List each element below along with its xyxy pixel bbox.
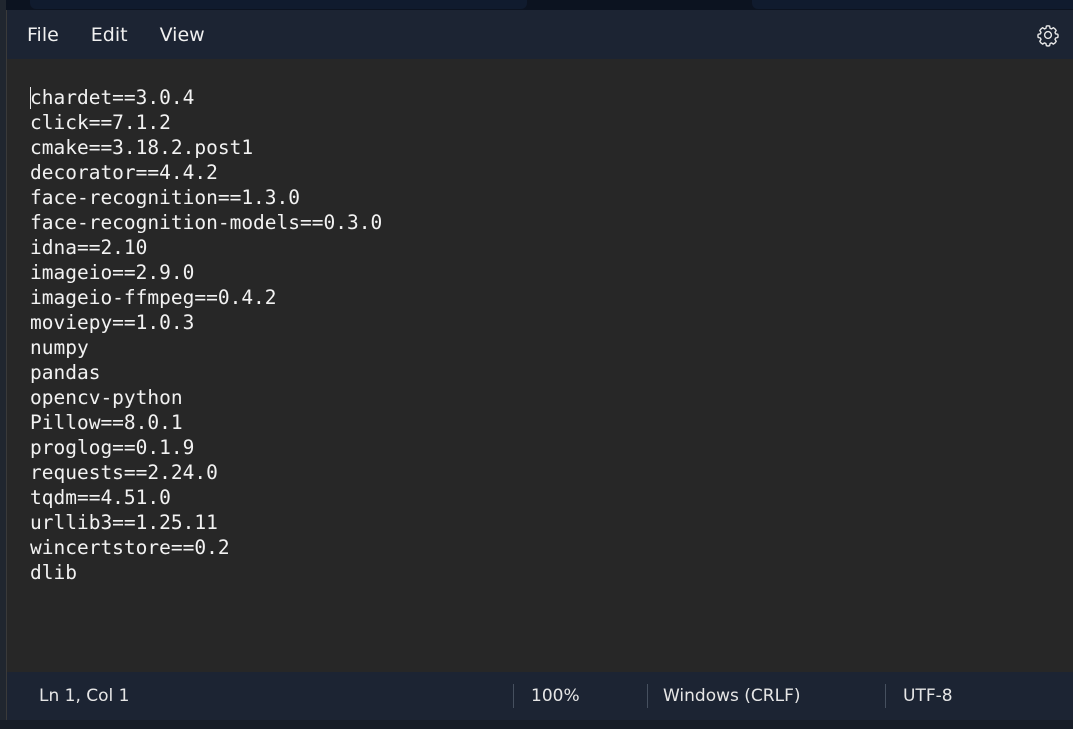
editor-line[interactable]: opencv-python — [30, 385, 382, 410]
status-bar: Ln 1, Col 1 100% Windows (CRLF) UTF-8 — [7, 672, 1073, 720]
status-divider — [885, 684, 886, 708]
background-tab — [30, 0, 527, 9]
editor-line[interactable]: wincertstore==0.2 — [30, 535, 382, 560]
settings-button[interactable] — [1035, 22, 1061, 48]
background-window-strip — [0, 0, 1073, 10]
editor-line[interactable]: cmake==3.18.2.post1 — [30, 135, 382, 160]
menu-edit[interactable]: Edit — [81, 18, 138, 52]
cursor-position: Ln 1, Col 1 — [39, 686, 130, 706]
editor-line[interactable]: idna==2.10 — [30, 235, 382, 260]
editor-content[interactable]: chardet==3.0.4 click==7.1.2 cmake==3.18.2.… — [30, 85, 382, 585]
taskbar-edge — [0, 720, 1073, 729]
status-divider — [647, 684, 648, 708]
editor-line[interactable]: face-recognition==1.3.0 — [30, 185, 382, 210]
zoom-level[interactable]: 100% — [531, 672, 580, 720]
editor-line[interactable]: requests==2.24.0 — [30, 460, 382, 485]
editor-line[interactable]: urllib3==1.25.11 — [30, 510, 382, 535]
menu-bar: File Edit View — [7, 10, 1073, 59]
text-editor[interactable]: chardet==3.0.4 click==7.1.2 cmake==3.18.2.… — [7, 59, 1073, 672]
menu-view[interactable]: View — [150, 18, 215, 52]
status-divider — [513, 684, 514, 708]
editor-line[interactable]: click==7.1.2 — [30, 110, 382, 135]
editor-line[interactable]: decorator==4.4.2 — [30, 160, 382, 185]
editor-line[interactable]: pandas — [30, 360, 382, 385]
menu-file[interactable]: File — [17, 18, 69, 52]
editor-line[interactable]: proglog==0.1.9 — [30, 435, 382, 460]
encoding[interactable]: UTF-8 — [903, 672, 953, 720]
editor-line[interactable]: face-recognition-models==0.3.0 — [30, 210, 382, 235]
editor-line[interactable]: chardet==3.0.4 — [30, 85, 382, 110]
editor-line[interactable]: imageio==2.9.0 — [30, 260, 382, 285]
editor-line[interactable]: tqdm==4.51.0 — [30, 485, 382, 510]
editor-line[interactable]: imageio-ffmpeg==0.4.2 — [30, 285, 382, 310]
editor-line[interactable]: moviepy==1.0.3 — [30, 310, 382, 335]
notepad-window: File Edit View chardet==3.0.4 click==7.1.… — [6, 10, 1073, 720]
gear-icon — [1037, 25, 1059, 47]
editor-line[interactable]: dlib — [30, 560, 382, 585]
line-ending[interactable]: Windows (CRLF) — [663, 672, 801, 720]
editor-line[interactable]: numpy — [30, 335, 382, 360]
background-tab — [752, 0, 1073, 9]
editor-line[interactable]: Pillow==8.0.1 — [30, 410, 382, 435]
